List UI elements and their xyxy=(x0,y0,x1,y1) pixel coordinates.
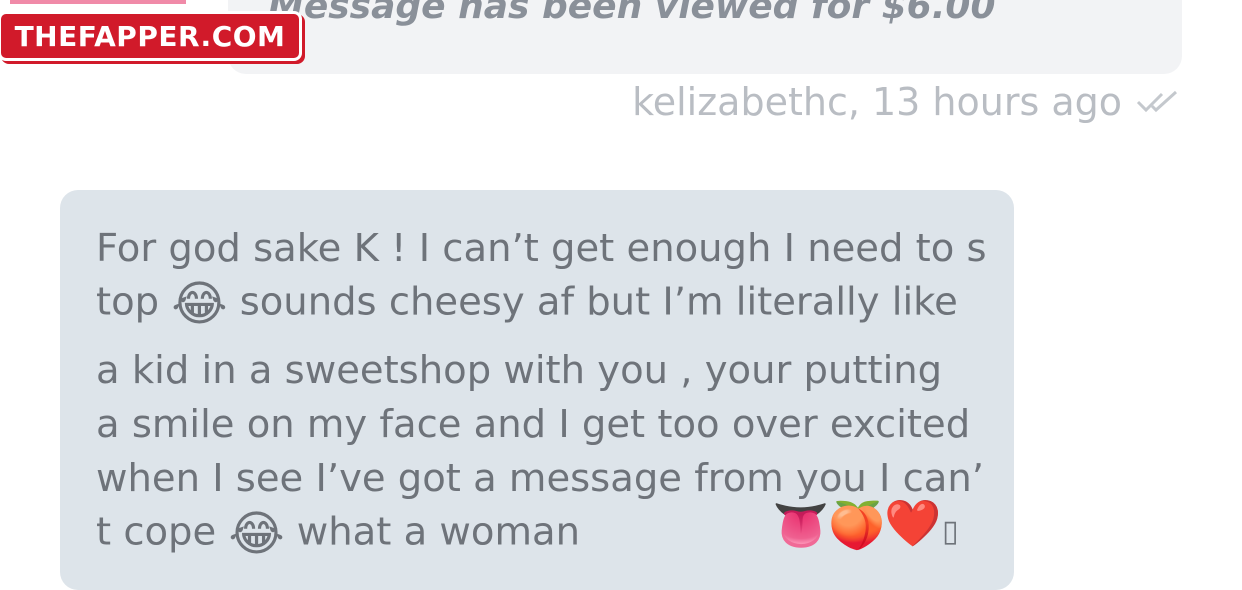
laughing-emoji-icon: 😂 xyxy=(228,506,285,562)
watermark-logo: THEFAPPER.COM xyxy=(1,14,299,58)
message-line: top 😂 sounds cheesy af but I’m literally… xyxy=(96,276,958,332)
tongue-emoji-icon: 👅 xyxy=(772,498,830,552)
message-line: For god sake K ! I can’t get enough I ne… xyxy=(96,226,987,271)
watermark-accent-bar xyxy=(10,0,186,4)
message-line: a smile on my face and I get too over ex… xyxy=(96,402,971,447)
double-check-icon xyxy=(1136,88,1182,116)
peach-emoji-icon: 🍑 xyxy=(828,498,886,552)
missing-glyph-icon: ▯ xyxy=(942,514,959,549)
laughing-emoji-icon: 😂 xyxy=(171,276,228,332)
paid-message-viewed-text: Message has been viewed for $6.00 xyxy=(268,0,996,27)
message-line: when I see I’ve got a message from you I… xyxy=(96,456,985,501)
sender-timestamp: kelizabethc, 13 hours ago xyxy=(632,80,1122,124)
message-line: a kid in a sweetshop with you , your put… xyxy=(96,348,943,393)
message-line: t cope 😂 what a woman xyxy=(96,506,580,562)
message-meta: kelizabethc, 13 hours ago xyxy=(632,80,1182,124)
heart-emoji-icon: ❤️ xyxy=(884,496,942,550)
